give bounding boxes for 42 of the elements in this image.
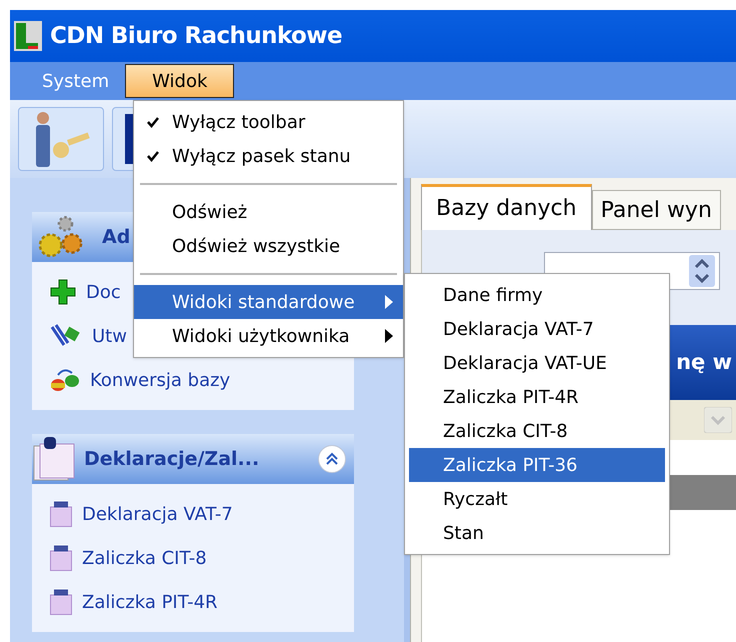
spin-arrows-icon — [689, 255, 715, 287]
form-icon — [50, 501, 72, 527]
submenu-item[interactable]: Zaliczka PIT-36 — [409, 448, 665, 482]
sidebar-link[interactable]: Deklaracja VAT-7 — [82, 500, 233, 528]
tab[interactable]: Panel wyn — [592, 190, 721, 230]
submenu-arrow-icon — [385, 295, 393, 309]
app-logo-icon — [14, 21, 42, 51]
submenu-arrow-icon — [385, 329, 393, 343]
banner-text: nę w — [676, 348, 732, 376]
sidebar-link[interactable]: Konwersja bazy — [90, 366, 230, 394]
menu-item[interactable]: Wyłącz toolbar — [134, 105, 403, 139]
group-title: Deklaracje/Zal... — [84, 446, 260, 472]
submenu-item[interactable]: Zaliczka PIT-4R — [409, 380, 665, 414]
sidebar-link[interactable]: Utw — [92, 322, 127, 350]
collapse-button[interactable] — [318, 445, 346, 473]
group-header[interactable]: Deklaracje/Zal... — [32, 434, 354, 484]
item-icon — [50, 278, 76, 306]
document-stack-icon — [32, 436, 76, 482]
sidebar-link[interactable]: Zaliczka CIT-8 — [82, 544, 207, 572]
menu-item[interactable]: Widoki standardowe — [134, 285, 403, 319]
menu-item[interactable]: Wyłącz pasek stanu — [134, 139, 403, 173]
item-icon — [50, 367, 80, 393]
chevrons-up-icon — [325, 452, 339, 466]
item-icon — [50, 323, 82, 349]
group-title: Ad — [102, 224, 130, 250]
tab[interactable]: Bazy danych — [421, 184, 592, 230]
menu-item[interactable]: Odśwież wszystkie — [134, 229, 403, 263]
submenu-item[interactable]: Zaliczka CIT-8 — [409, 414, 665, 448]
menu-item[interactable]: Widoki użytkownika — [134, 319, 403, 353]
menu-bar-item[interactable]: Widok — [125, 64, 234, 98]
submenu-item[interactable]: Deklaracja VAT-UE — [409, 346, 665, 380]
window-title: CDN Biuro Rachunkowe — [50, 22, 342, 51]
submenu-item[interactable]: Dane firmy — [409, 278, 665, 312]
submenu-item[interactable]: Ryczałt — [409, 482, 665, 516]
user-key-button[interactable] — [18, 107, 104, 171]
sidebar-link[interactable]: Doc — [86, 278, 121, 306]
menu-item[interactable]: Odśwież — [134, 195, 403, 229]
form-icon — [50, 545, 72, 571]
submenu-item[interactable]: Stan — [409, 516, 665, 550]
form-icon — [50, 589, 72, 615]
submenu-item[interactable]: Deklaracja VAT-7 — [409, 312, 665, 346]
sidebar-link[interactable]: Zaliczka PIT-4R — [82, 588, 218, 616]
